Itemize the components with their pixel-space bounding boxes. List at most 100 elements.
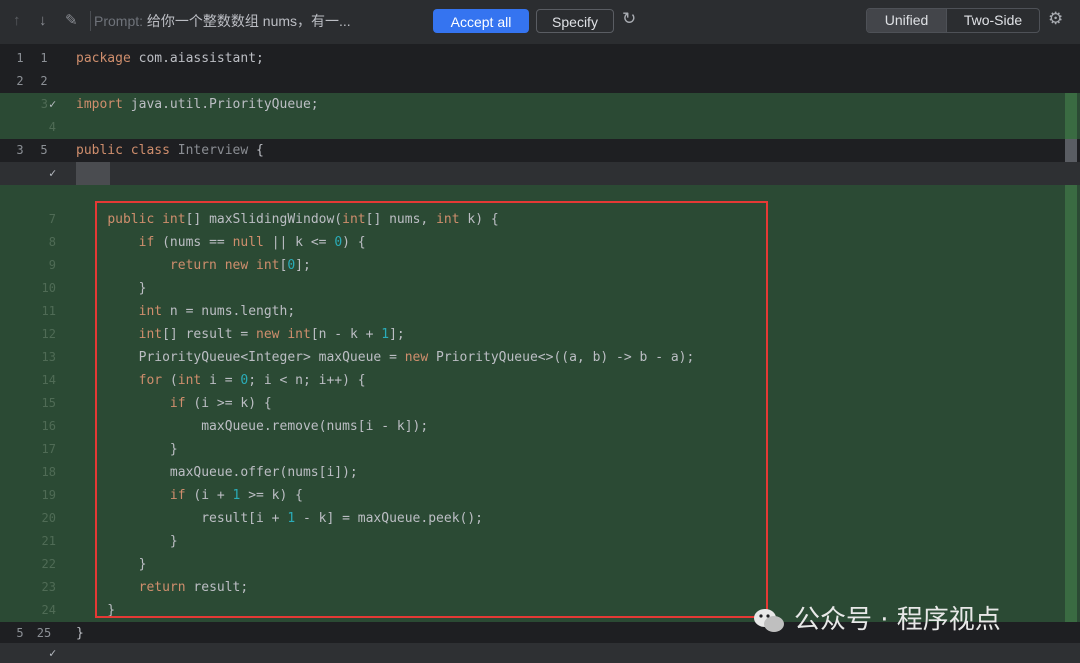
change-marker [1065, 116, 1077, 139]
old-line-number: 5 [16, 626, 24, 640]
change-marker [1065, 208, 1077, 231]
code-text: if (i + 1 >= k) { [169, 488, 303, 503]
specify-button[interactable]: Specify [536, 9, 614, 33]
view-mode-toggle: Unified Two-Side [866, 8, 1040, 33]
change-marker [1065, 139, 1077, 162]
line-gutter: 15 [0, 392, 70, 415]
line-number: 22 [41, 557, 56, 571]
line-gutter: 23 [0, 576, 70, 599]
line-gutter: 18 [0, 461, 70, 484]
change-marker [1065, 346, 1077, 369]
line-gutter: 3 ✓ [0, 93, 70, 116]
code-line: 17 } [0, 438, 1080, 461]
line-number: 13 [41, 350, 56, 364]
line-gutter: 7 [0, 208, 70, 231]
code-line: 15 if (i >= k) { [0, 392, 1080, 415]
code-text: } [76, 557, 147, 572]
line-gutter: 22 [0, 553, 70, 576]
code-line [0, 185, 1080, 208]
refresh-icon[interactable]: ↻ [622, 10, 636, 28]
change-marker [1065, 461, 1077, 484]
change-marker [1065, 576, 1077, 599]
line-gutter: 10 [0, 277, 70, 300]
code-line: 18 maxQueue.offer(nums[i]); [0, 461, 1080, 484]
settings-gear-icon[interactable]: ⚙ [1048, 10, 1063, 28]
line-gutter: 20 [0, 507, 70, 530]
change-marker [1065, 599, 1077, 622]
code-text: public class Interview { [76, 143, 264, 158]
toolbar-divider [90, 11, 91, 31]
unified-view-button[interactable]: Unified [867, 9, 946, 32]
line-gutter: 4 [0, 116, 70, 139]
change-marker [1065, 300, 1077, 323]
old-line-number: 1 [16, 51, 24, 65]
line-gutter: 8 [0, 231, 70, 254]
line-number: 21 [41, 534, 56, 548]
change-marker [1065, 530, 1077, 553]
previous-change-arrow-up-icon[interactable]: ↑ [13, 12, 21, 30]
code-text: } [76, 603, 116, 618]
change-marker [1065, 323, 1077, 346]
accept-check-icon[interactable]: ✓ [49, 644, 56, 662]
line-number: 7 [48, 212, 56, 226]
code-line: ✓ [0, 162, 1080, 185]
new-line-number: 2 [40, 74, 48, 88]
code-line: 10 } [0, 277, 1080, 300]
line-gutter: 24 [0, 599, 70, 622]
line-gutter: 5 25 [0, 622, 70, 645]
code-text: } [76, 534, 178, 549]
diff-toolbar: ↑ ↓ ✎ Prompt: 给你一个整数数组 nums，有一... Accept… [0, 0, 1080, 44]
change-marker [1065, 553, 1077, 576]
line-number: 18 [41, 465, 56, 479]
code-line: 4 [0, 116, 1080, 139]
change-marker [1065, 277, 1077, 300]
accept-check-icon[interactable]: ✓ [49, 93, 56, 116]
code-line: 11 int n = nums.length; [0, 300, 1080, 323]
removed-line-placeholder [76, 162, 110, 185]
line-number: 16 [41, 419, 56, 433]
two-side-view-button[interactable]: Two-Side [946, 9, 1039, 32]
next-change-arrow-down-icon[interactable]: ↓ [39, 12, 47, 30]
code-line: 16 maxQueue.remove(nums[i - k]); [0, 415, 1080, 438]
watermark: 公众号 · 程序视点 [752, 602, 1001, 638]
line-gutter [0, 185, 70, 208]
line-gutter: 35 [0, 139, 70, 162]
change-marker [1065, 415, 1077, 438]
code-text: public int[] maxSlidingWindow(int[] nums… [107, 212, 499, 227]
code-line: 3 ✓ import java.util.PriorityQueue; [0, 93, 1080, 116]
prompt-label: Prompt: [94, 13, 144, 29]
code-text: return result; [138, 580, 249, 595]
line-gutter: 19 [0, 484, 70, 507]
code-text: } [76, 626, 84, 641]
line-number: 23 [41, 580, 56, 594]
line-number: 4 [48, 120, 56, 134]
change-marker [1065, 254, 1077, 277]
change-marker [1065, 438, 1077, 461]
code-line: 12 int[] result = new int[n - k + 1]; [0, 323, 1080, 346]
edit-pencil-icon[interactable]: ✎ [65, 12, 78, 30]
accept-all-button[interactable]: Accept all [433, 9, 529, 33]
accept-check-icon[interactable]: ✓ [49, 162, 56, 185]
line-gutter: 11 [0, 300, 70, 323]
code-text: maxQueue.remove(nums[i - k]); [76, 419, 429, 434]
code-text: int n = nums.length; [138, 304, 296, 319]
line-gutter: 17 [0, 438, 70, 461]
line-gutter: ✓ [0, 162, 70, 185]
line-number: 19 [41, 488, 56, 502]
line-gutter: 11 [0, 47, 70, 70]
code-text: int[] result = new int[n - k + 1]; [138, 327, 405, 342]
line-number: 3 [40, 97, 48, 111]
wechat-icon [754, 608, 784, 632]
code-line: 21 } [0, 530, 1080, 553]
change-marker [1065, 507, 1077, 530]
code-line: 22 } [0, 553, 1080, 576]
change-marker [1065, 369, 1077, 392]
line-number: 24 [41, 603, 56, 617]
code-text: for (int i = 0; i < n; i++) { [138, 373, 366, 388]
change-marker [1065, 392, 1077, 415]
diff-editor: 1 1 package com.aiassistant; 2 2 3 ✓ import jav… [0, 44, 1080, 663]
line-number: 15 [41, 396, 56, 410]
change-marker [1065, 185, 1077, 208]
line-number: 9 [48, 258, 56, 272]
code-line: 3 5 public class Interview { [0, 139, 1080, 162]
